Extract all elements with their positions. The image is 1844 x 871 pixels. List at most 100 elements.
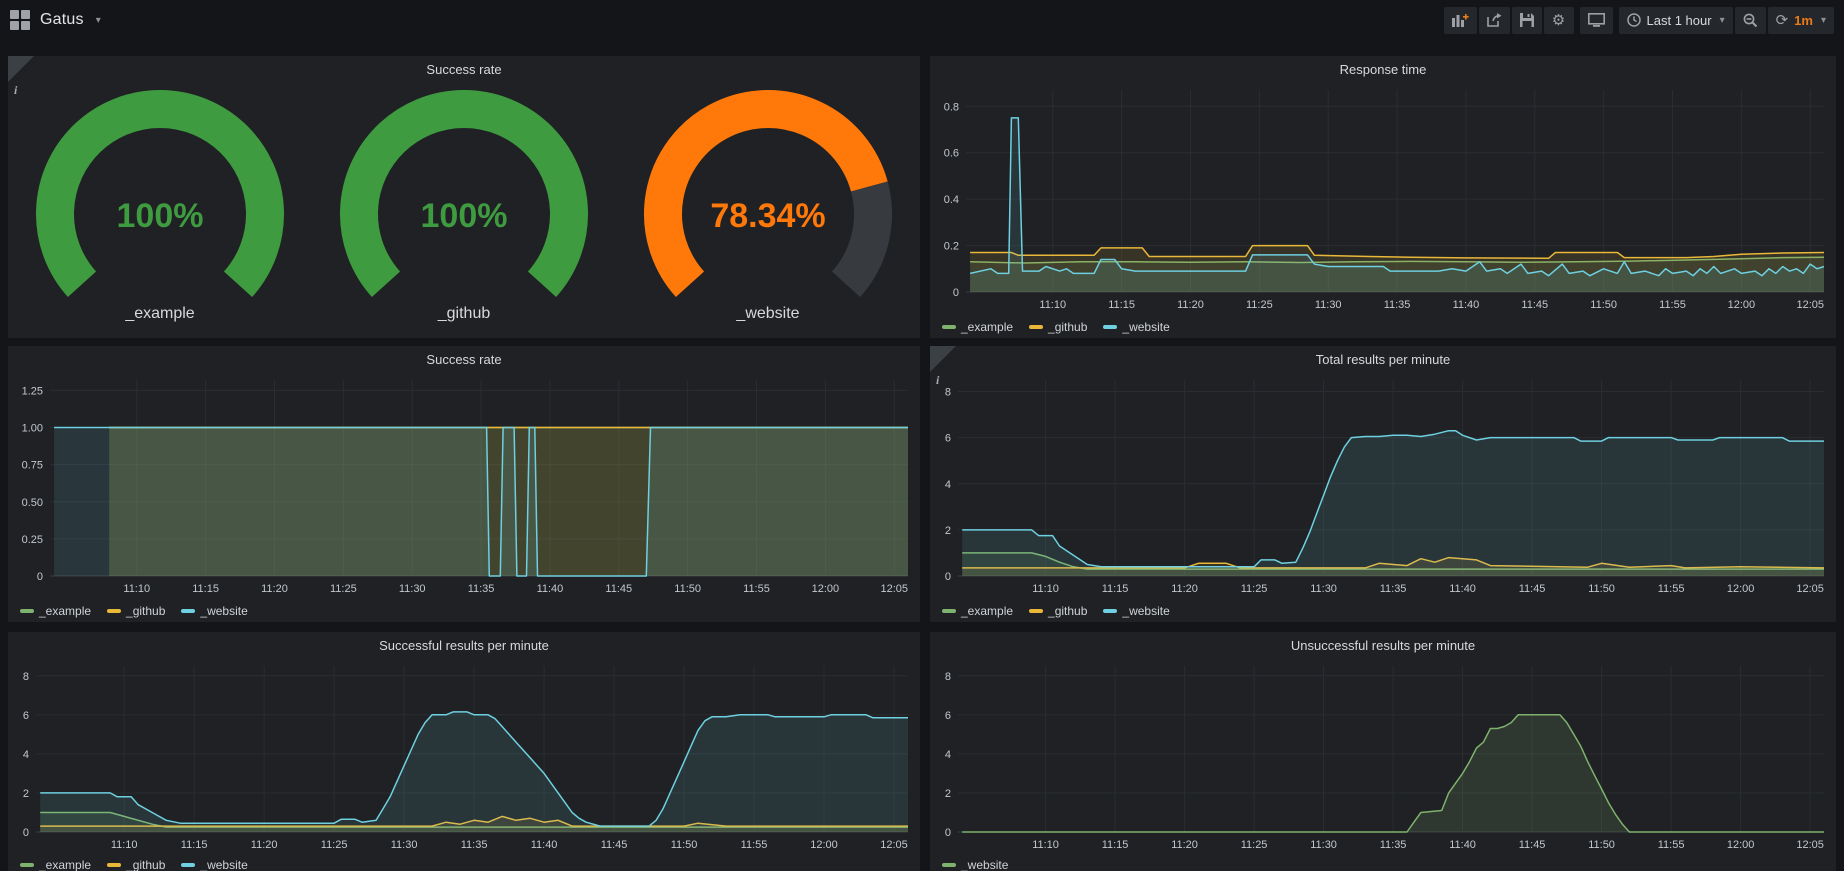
- dashboard-title[interactable]: Gatus: [40, 11, 84, 29]
- panel-title[interactable]: Success rate: [8, 346, 920, 372]
- caret-down-icon: ▾: [1720, 15, 1725, 26]
- panel-title[interactable]: Total results per minute: [930, 346, 1836, 372]
- legend-label: _website: [1122, 320, 1169, 334]
- legend-swatch-icon: [181, 609, 195, 613]
- x-axis-tick: 11:45: [1519, 583, 1546, 595]
- legend-item[interactable]: _example: [20, 858, 91, 871]
- y-axis-tick: 2: [945, 788, 951, 800]
- legend-label: _github: [1048, 604, 1087, 618]
- legend-swatch-icon: [1103, 325, 1117, 329]
- x-axis-tick: 11:30: [1310, 583, 1337, 595]
- chart-canvas[interactable]: 00.20.40.60.811:1011:1511:2011:2511:3011…: [930, 82, 1836, 316]
- panel-title[interactable]: Success rate: [8, 56, 920, 82]
- y-axis-tick: 0: [37, 571, 43, 583]
- x-axis-tick: 11:20: [251, 839, 278, 851]
- legend-item[interactable]: _github: [1029, 320, 1087, 334]
- y-axis-tick: 2: [945, 525, 951, 537]
- gear-icon: ⚙: [1552, 13, 1565, 28]
- caret-down-icon: ▾: [1821, 15, 1826, 26]
- legend-item[interactable]: _example: [20, 604, 91, 618]
- series-fill-_website: [54, 428, 908, 577]
- chart-canvas[interactable]: 0246811:1011:1511:2011:2511:3011:3511:40…: [8, 658, 920, 854]
- caret-down-icon[interactable]: ▾: [96, 15, 101, 26]
- clock-icon: [1627, 13, 1641, 27]
- chart-canvas[interactable]: 00.250.500.751.001.2511:1011:1511:2011:2…: [8, 372, 920, 600]
- legend-item[interactable]: _website: [181, 858, 247, 871]
- y-axis-tick: 1.25: [22, 385, 43, 397]
- y-axis-tick: 0: [953, 287, 959, 299]
- y-axis-tick: 0: [945, 571, 951, 583]
- x-axis-tick: 11:55: [1658, 583, 1685, 595]
- x-axis-tick: 11:30: [391, 839, 418, 851]
- y-axis-tick: 6: [23, 710, 29, 722]
- legend-item[interactable]: _github: [107, 858, 165, 871]
- refresh-icon: ⟳: [1776, 13, 1789, 28]
- x-axis-tick: 11:25: [1246, 299, 1273, 311]
- legend-swatch-icon: [1029, 325, 1043, 329]
- y-axis-tick: 8: [945, 387, 951, 399]
- x-axis-tick: 11:20: [1171, 839, 1198, 851]
- legend-item[interactable]: _website: [1103, 604, 1169, 618]
- gauge-canvas: 100%_example100%_github78.34%_website: [8, 82, 920, 338]
- x-axis-tick: 11:20: [1171, 583, 1198, 595]
- y-axis-tick: 6: [945, 433, 951, 445]
- y-axis-tick: 0.25: [22, 534, 43, 546]
- time-range-label: Last 1 hour: [1647, 13, 1712, 28]
- add-panel-button[interactable]: [1444, 7, 1477, 34]
- x-axis-tick: 11:10: [111, 839, 138, 851]
- legend-item[interactable]: _github: [107, 604, 165, 618]
- legend-swatch-icon: [1103, 609, 1117, 613]
- gauge-label: _example: [124, 305, 194, 322]
- add-panel-icon: [1452, 13, 1469, 27]
- panel-title[interactable]: Response time: [930, 56, 1836, 82]
- legend-label: _github: [126, 604, 165, 618]
- info-corner-icon[interactable]: i: [8, 56, 34, 82]
- legend-label: _website: [961, 858, 1008, 871]
- y-axis-tick: 1.00: [22, 423, 43, 435]
- legend-label: _website: [1122, 604, 1169, 618]
- legend-item[interactable]: _website: [1103, 320, 1169, 334]
- chart-canvas[interactable]: 0246811:1011:1511:2011:2511:3011:3511:40…: [930, 372, 1836, 600]
- x-axis-tick: 11:50: [1590, 299, 1617, 311]
- legend-item[interactable]: _example: [942, 604, 1013, 618]
- legend-item[interactable]: _website: [181, 604, 247, 618]
- refresh-picker[interactable]: ⟳ 1m ▾: [1768, 7, 1834, 34]
- panel-title[interactable]: Successful results per minute: [8, 632, 920, 658]
- legend-item[interactable]: _website: [942, 858, 1008, 871]
- x-axis-tick: 11:30: [1315, 299, 1342, 311]
- chart-canvas[interactable]: 0246811:1011:1511:2011:2511:3011:3511:40…: [930, 658, 1836, 854]
- info-corner-icon[interactable]: i: [930, 346, 956, 372]
- panel-title[interactable]: Unsuccessful results per minute: [930, 632, 1836, 658]
- share-button[interactable]: [1479, 7, 1510, 34]
- legend-item[interactable]: _github: [1029, 604, 1087, 618]
- apps-grid-icon[interactable]: [10, 10, 30, 30]
- toolbar: Gatus ▾: [0, 0, 1844, 40]
- legend-swatch-icon: [20, 863, 34, 867]
- legend-label: _github: [126, 858, 165, 871]
- x-axis-tick: 12:00: [812, 583, 840, 595]
- time-range-picker[interactable]: Last 1 hour ▾: [1619, 7, 1733, 34]
- x-axis-tick: 11:45: [1519, 839, 1546, 851]
- legend-label: _example: [39, 604, 91, 618]
- tv-mode-button[interactable]: [1580, 7, 1613, 34]
- settings-button[interactable]: ⚙: [1544, 7, 1574, 34]
- x-axis-tick: 11:35: [461, 839, 488, 851]
- legend-item[interactable]: _example: [942, 320, 1013, 334]
- y-axis-tick: 4: [945, 749, 951, 761]
- y-axis-tick: 0.4: [944, 194, 959, 206]
- zoom-out-button[interactable]: [1735, 7, 1766, 34]
- x-axis-tick: 11:20: [1177, 299, 1204, 311]
- x-axis-tick: 11:45: [605, 583, 632, 595]
- legend-label: _example: [961, 604, 1013, 618]
- share-icon: [1487, 13, 1502, 27]
- refresh-interval-label: 1m: [1794, 13, 1813, 28]
- x-axis-tick: 11:40: [1449, 839, 1476, 851]
- legend-label: _website: [200, 858, 247, 871]
- x-axis-tick: 11:10: [1032, 839, 1059, 851]
- y-axis-tick: 6: [945, 710, 951, 722]
- series-fill-_website: [962, 431, 1824, 576]
- series-fill-_website: [40, 712, 908, 832]
- y-axis-tick: 0.6: [944, 148, 959, 160]
- gauge-value: 100%: [117, 197, 204, 235]
- save-button[interactable]: [1512, 7, 1542, 34]
